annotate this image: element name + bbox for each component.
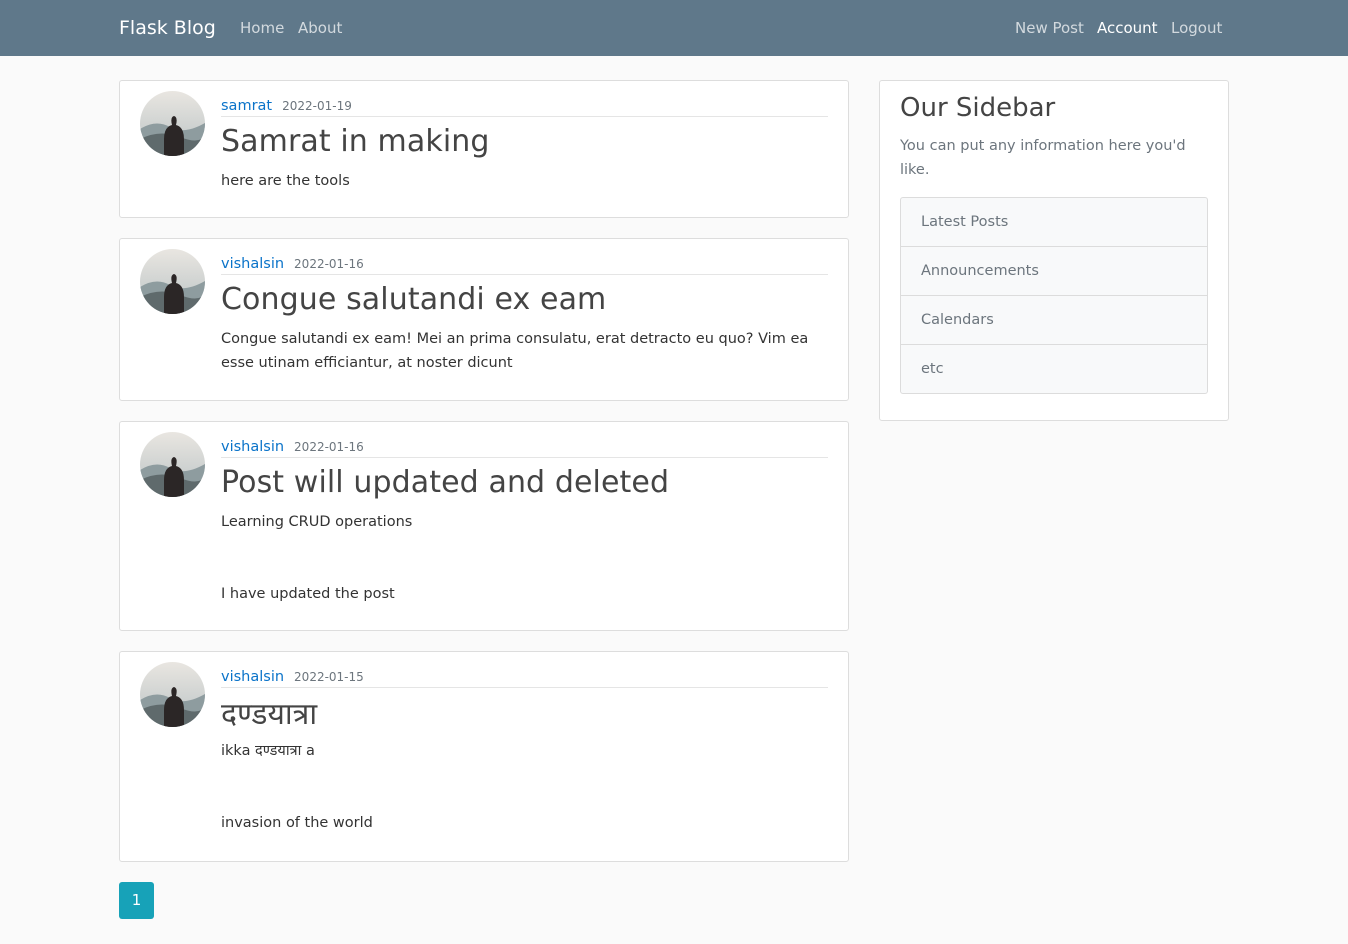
author-link[interactable]: vishalsin — [221, 439, 284, 455]
post-meta: samrat 2022-01-19 — [221, 95, 828, 117]
post-title-link[interactable]: Post will updated and deleted — [221, 465, 669, 500]
nav-account-link[interactable]: Account — [1097, 19, 1158, 37]
author-avatar — [140, 432, 205, 497]
sidebar-item-announcements[interactable]: Announcements — [901, 247, 1207, 296]
author-avatar — [140, 249, 205, 314]
post-card: samrat 2022-01-19 Samrat in making here a… — [119, 80, 849, 218]
nav-about-link[interactable]: About — [298, 19, 342, 37]
author-link[interactable]: samrat — [221, 98, 272, 114]
post-meta: vishalsin 2022-01-16 — [221, 436, 828, 458]
post-title-link[interactable]: दण्डयात्रा — [221, 692, 317, 733]
sidebar-item-etc[interactable]: etc — [901, 345, 1207, 393]
post-card: vishalsin 2022-01-16 Post will updated an… — [119, 421, 849, 631]
post-title-link[interactable]: Samrat in making — [221, 124, 490, 159]
nav-new-post-link[interactable]: New Post — [1015, 19, 1084, 37]
sidebar-description: You can put any information here you'd l… — [900, 138, 1186, 178]
post-meta: vishalsin 2022-01-16 — [221, 253, 828, 275]
post-content: Learning CRUD operations I have updated … — [221, 514, 413, 602]
nav-logout-link[interactable]: Logout — [1171, 19, 1222, 37]
post-date: 2022-01-19 — [282, 99, 352, 113]
author-avatar — [140, 91, 205, 156]
sidebar-item-latest-posts[interactable]: Latest Posts — [901, 198, 1207, 247]
post-date: 2022-01-16 — [294, 257, 364, 271]
author-link[interactable]: vishalsin — [221, 256, 284, 272]
author-link[interactable]: vishalsin — [221, 669, 284, 685]
nav-home-link[interactable]: Home — [240, 19, 284, 37]
top-navbar: Flask Blog Home About New Post Account L… — [0, 0, 1348, 56]
post-date: 2022-01-15 — [294, 670, 364, 684]
post-content: here are the tools — [221, 173, 350, 189]
sidebar-list: Latest Posts Announcements Calendars etc — [900, 197, 1208, 394]
post-card: vishalsin 2022-01-16 Congue salutandi ex … — [119, 238, 849, 401]
sidebar: Our Sidebar You can put any information … — [879, 80, 1229, 421]
sidebar-item-calendars[interactable]: Calendars — [901, 296, 1207, 345]
post-title-link[interactable]: Congue salutandi ex eam — [221, 282, 606, 317]
post-date: 2022-01-16 — [294, 440, 364, 454]
post-card: vishalsin 2022-01-15 दण्डयात्रा ikka दण्ड… — [119, 651, 849, 862]
sidebar-title: Our Sidebar — [900, 93, 1056, 123]
post-content: Congue salutandi ex eam! Mei an prima co… — [221, 331, 809, 371]
post-meta: vishalsin 2022-01-15 — [221, 666, 828, 688]
pagination-page-button[interactable]: 1 — [119, 882, 154, 919]
author-avatar — [140, 662, 205, 727]
brand-link[interactable]: Flask Blog — [119, 17, 216, 39]
post-content: ikka दण्डयात्रा a invasion of the world — [221, 743, 373, 831]
